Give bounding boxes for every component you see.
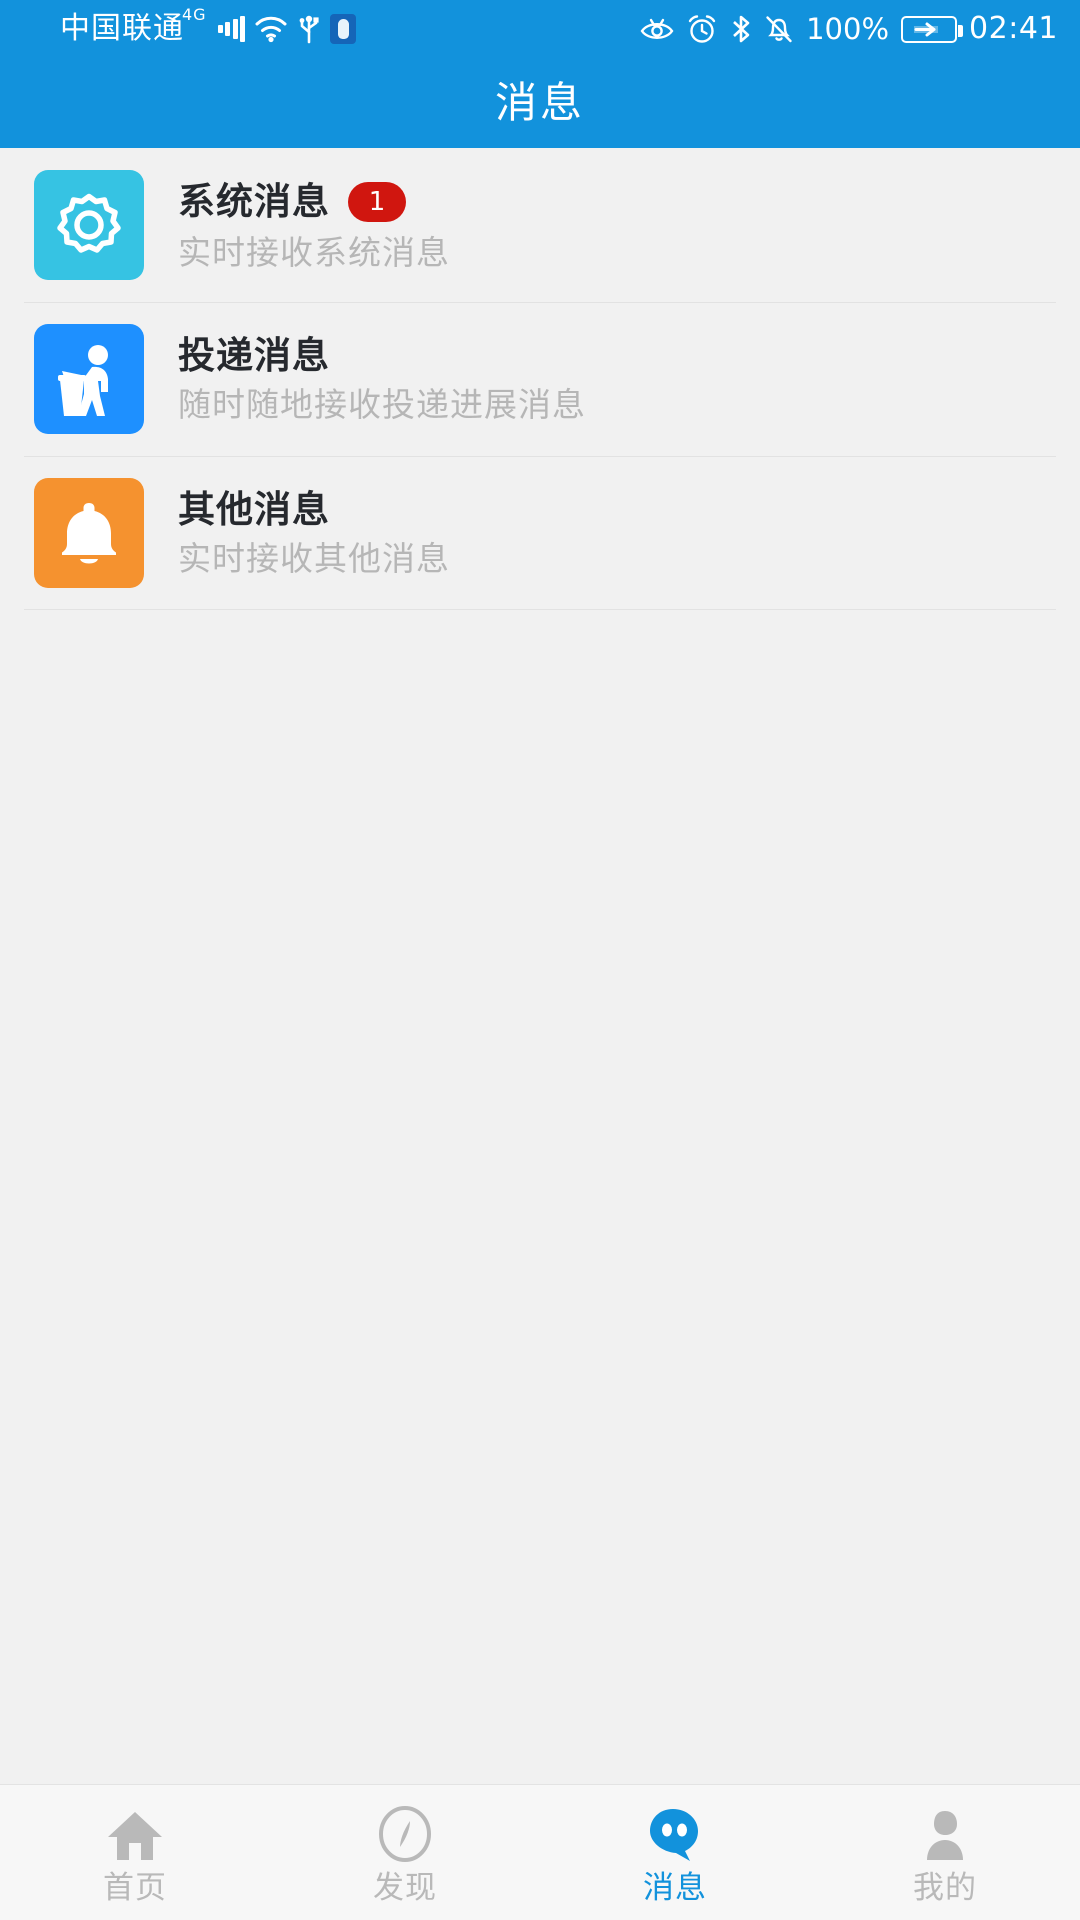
eye-comfort-icon [640,15,674,43]
carrier-label: 中国联通4G [60,5,207,46]
delivery-person-icon [34,324,144,434]
list-item-subtitle: 实时接收其他消息 [178,539,450,578]
list-item-text-block: 系统消息 1 实时接收系统消息 [178,180,450,272]
list-item-title: 投递消息 [178,334,330,377]
list-item-text-block: 投递消息 随时随地接收投递进展消息 [178,337,586,421]
title-bar: 消息 [0,58,1080,148]
tab-label: 发现 [373,1870,437,1906]
list-item-title: 其他消息 [178,488,330,531]
gear-icon [34,170,144,280]
battery-charging-icon [901,15,964,43]
bluetooth-icon [730,14,752,44]
content-area: 系统消息 1 实时接收系统消息 投递消息 随时随地接收投递进展消息 其他消息 实… [0,148,1080,1784]
usb-icon [297,14,321,44]
signal-bars-icon [217,15,246,43]
list-item-title-line: 系统消息 1 [178,180,450,223]
tab-label: 我的 [913,1870,977,1906]
list-item-title-line: 其他消息 [178,491,450,528]
bell-muted-icon [764,14,794,44]
compass-icon [377,1801,433,1863]
tab-label: 消息 [643,1870,707,1906]
bottom-navigation: 首页 发现 消息 我的 [0,1784,1080,1920]
chat-bubble-icon [646,1801,704,1863]
shield-icon [330,14,357,44]
network-type-label: 4G [182,5,207,24]
list-item-subtitle: 实时接收系统消息 [178,232,450,272]
tab-mine[interactable]: 我的 [810,1801,1080,1904]
tab-messages[interactable]: 消息 [540,1801,810,1904]
battery-percent-label: 100% [806,11,890,46]
wifi-icon [254,15,288,43]
unread-badge: 1 [348,181,406,222]
list-item-title-line: 投递消息 [178,337,586,374]
person-icon [917,1801,973,1863]
list-item-other-messages[interactable]: 其他消息 实时接收其他消息 [0,456,1080,610]
tab-home[interactable]: 首页 [0,1801,270,1904]
tab-discover[interactable]: 发现 [270,1801,540,1904]
list-item-text-block: 其他消息 实时接收其他消息 [178,491,450,575]
list-item-subtitle: 随时随地接收投递进展消息 [178,385,586,424]
page-title: 消息 [494,78,585,127]
home-icon [106,1801,164,1863]
status-time-label: 02:41 [969,11,1058,46]
list-item-system-messages[interactable]: 系统消息 1 实时接收系统消息 [0,148,1080,302]
status-bar: 中国联通4G 100% 02:41 [0,0,1080,58]
status-bar-left: 中国联通4G [60,5,357,46]
app-screen: 中国联通4G 100% 02:41 消息 系统消息 1 实时接收系统消息 投递消… [0,0,1080,1920]
status-bar-right: 100% 02:41 [640,14,1058,44]
tab-label: 首页 [103,1870,167,1906]
list-item-delivery-messages[interactable]: 投递消息 随时随地接收投递进展消息 [0,302,1080,456]
message-list: 系统消息 1 实时接收系统消息 投递消息 随时随地接收投递进展消息 其他消息 实… [0,148,1080,610]
bell-icon [34,478,144,588]
alarm-clock-icon [686,14,718,44]
list-item-title: 系统消息 [178,180,330,223]
